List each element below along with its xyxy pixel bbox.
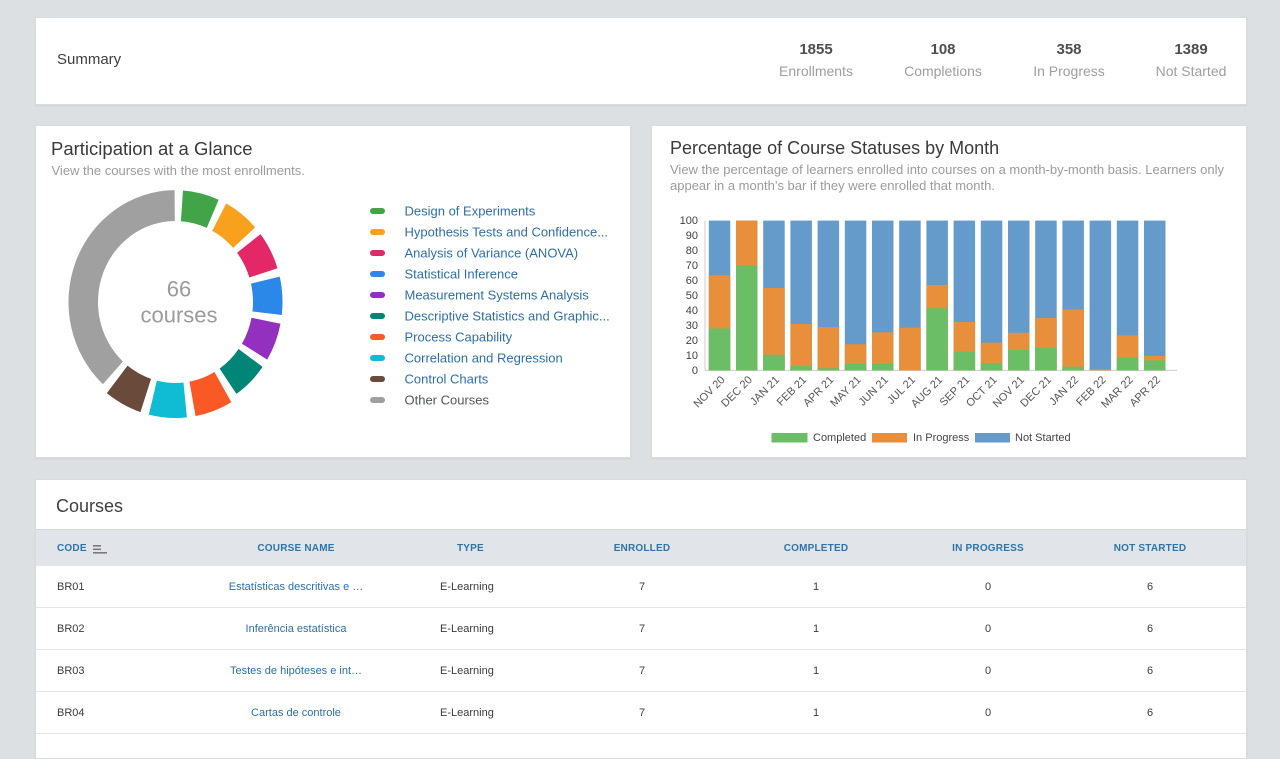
svg-text:MAY 21: MAY 21 <box>828 374 863 409</box>
svg-text:In Progress: In Progress <box>913 432 970 444</box>
svg-text:60: 60 <box>686 275 698 287</box>
svg-text:70: 70 <box>686 260 698 272</box>
svg-text:Not Started: Not Started <box>1015 432 1071 444</box>
svg-text:100: 100 <box>680 215 698 227</box>
svg-text:90: 90 <box>686 230 698 242</box>
svg-text:Completed: Completed <box>813 432 866 444</box>
svg-text:20: 20 <box>686 335 698 347</box>
svg-text:30: 30 <box>686 320 698 332</box>
svg-text:0: 0 <box>692 365 698 377</box>
svg-text:courses: courses <box>140 303 217 328</box>
svg-text:80: 80 <box>686 245 698 257</box>
svg-text:DEC 20: DEC 20 <box>719 374 755 410</box>
svg-text:40: 40 <box>686 305 698 317</box>
svg-text:JUN 21: JUN 21 <box>856 374 890 408</box>
svg-text:10: 10 <box>686 350 698 362</box>
svg-text:APR 22: APR 22 <box>1128 374 1163 409</box>
svg-text:66: 66 <box>167 277 191 302</box>
svg-text:50: 50 <box>686 290 698 302</box>
